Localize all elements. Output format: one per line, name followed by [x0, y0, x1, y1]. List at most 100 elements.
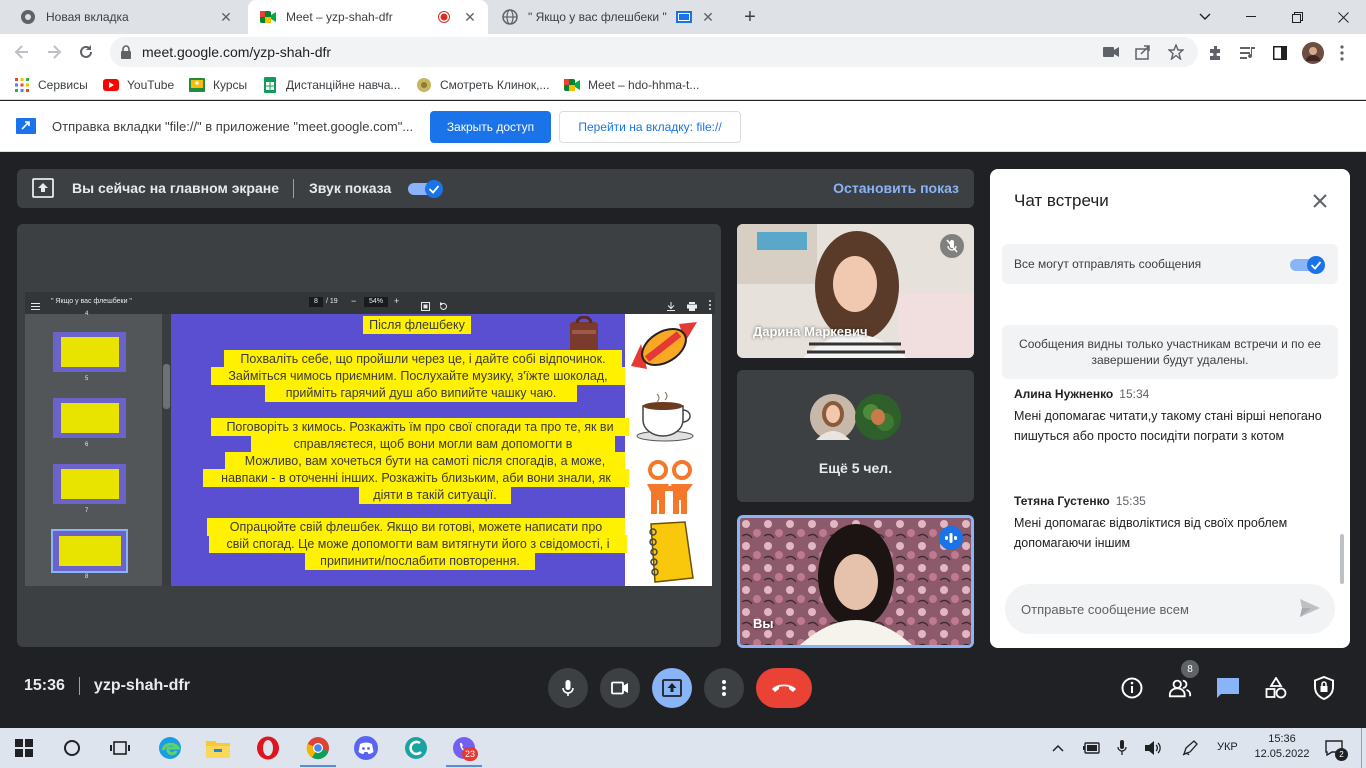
chat-message: Алина Нужненко 15:34 Мені допомагає читат… — [1014, 385, 1334, 446]
chat-icon[interactable] — [1216, 676, 1240, 700]
keyboard-language[interactable]: УКР — [1217, 741, 1238, 753]
search-icon[interactable] — [60, 736, 84, 760]
hang-up-icon — [772, 684, 796, 692]
thumb-page-number: 5 — [85, 376, 89, 382]
share-audio-toggle[interactable] — [408, 179, 444, 198]
globe-icon — [502, 9, 518, 25]
present-now-button[interactable] — [652, 668, 692, 708]
message-sender: Алина Нужненко — [1014, 387, 1114, 401]
stop-sharing-button[interactable]: Закрыть доступ — [430, 111, 551, 143]
back-button[interactable] — [10, 40, 34, 64]
side-panel-icon[interactable] — [1271, 44, 1289, 62]
minimize-button[interactable] — [1228, 0, 1274, 34]
send-icon[interactable] — [1299, 598, 1321, 623]
tab-meet[interactable]: Meet – yzp-shah-dfr ✕ — [248, 0, 488, 34]
permission-label: Все могут отправлять сообщения — [1014, 257, 1202, 271]
thumb-page-number: 4 — [85, 311, 89, 317]
bookmark-anime[interactable]: Смотреть Клинок,... — [416, 76, 549, 94]
host-controls-icon[interactable] — [1312, 676, 1336, 700]
more-vertical-icon — [722, 680, 726, 696]
speaking-indicator-icon — [939, 526, 963, 550]
site-favicon-icon — [416, 77, 432, 93]
zoom-out-icon: − — [351, 296, 357, 306]
bookmark-courses[interactable]: Курсы — [189, 76, 247, 94]
share-icon[interactable] — [1135, 44, 1151, 60]
reload-button[interactable] — [74, 40, 98, 64]
address-bar[interactable]: meet.google.com/yzp-shah-dfr — [110, 37, 1198, 67]
chrome-icon[interactable] — [306, 736, 330, 760]
coffee-cup-image — [633, 391, 701, 447]
close-icon[interactable]: ✕ — [462, 9, 478, 25]
divider — [78, 677, 80, 695]
windows-taskbar: 23 УКР 15:36 12.05.2022 2 — [0, 728, 1366, 768]
app-icon[interactable] — [404, 736, 428, 760]
show-desktop-button[interactable] — [1361, 728, 1362, 768]
more-participants-tile[interactable]: Ещё 5 чел. — [737, 370, 974, 502]
self-tile[interactable]: Вы — [737, 515, 974, 648]
media-control-icon[interactable] — [1239, 44, 1257, 62]
message-time: 15:34 — [1119, 387, 1150, 401]
leave-call-button[interactable] — [756, 668, 812, 708]
people-icon[interactable] — [1168, 676, 1192, 700]
slide-paragraph-1: Займіться чимось приємним. Послухайте му… — [211, 367, 625, 385]
camera-button[interactable] — [600, 668, 640, 708]
bookmark-distance-learning[interactable]: Дистанційне навча... — [262, 76, 400, 94]
tab-search-icon[interactable] — [1182, 0, 1228, 34]
mic-icon[interactable] — [1112, 738, 1132, 758]
slide-paragraph-3: Опрацюйте свій флешбек. Якщо ви готові, … — [207, 518, 625, 536]
bookmark-label: Сервисы — [38, 78, 88, 92]
extensions-icon[interactable] — [1207, 44, 1225, 62]
chevron-up-icon[interactable] — [1048, 738, 1068, 758]
screen-share-icon — [16, 118, 36, 139]
switch-tab-button[interactable]: Перейти на вкладку: file:// — [559, 111, 741, 143]
message-text: Мені допомагає відволіктися від своїх пр… — [1014, 516, 1288, 550]
slide-paragraph-3: припинити/послабити повторення. — [305, 552, 535, 570]
forward-button[interactable] — [42, 40, 66, 64]
more-options-button[interactable] — [704, 668, 744, 708]
meet-icon — [564, 77, 580, 93]
edge-icon[interactable] — [158, 736, 182, 760]
bookmark-apps[interactable]: Сервисы — [14, 76, 88, 94]
volume-icon[interactable] — [1144, 738, 1164, 758]
camera-icon[interactable] — [1103, 44, 1119, 60]
new-tab-button[interactable]: + — [738, 5, 762, 29]
meeting-details-icon[interactable] — [1120, 676, 1144, 700]
bookmark-youtube[interactable]: YouTube — [103, 76, 174, 94]
bookmark-meet[interactable]: Meet – hdo-hhma-t... — [564, 76, 699, 94]
windows-start-icon[interactable] — [12, 736, 36, 760]
opera-icon[interactable] — [256, 736, 280, 760]
file-explorer-icon[interactable] — [206, 736, 230, 760]
battery-icon[interactable] — [1082, 738, 1102, 758]
chat-input[interactable] — [1021, 599, 1281, 619]
message-text: Мені допомагає читати,у такому стані вір… — [1014, 409, 1322, 443]
close-window-button[interactable] — [1320, 0, 1366, 34]
star-icon[interactable] — [1168, 44, 1184, 60]
permission-toggle[interactable] — [1290, 255, 1326, 274]
zoom-in-icon: + — [394, 296, 400, 306]
people-count-badge: 8 — [1181, 660, 1199, 678]
close-icon[interactable] — [1308, 189, 1332, 213]
close-icon[interactable]: ✕ — [700, 9, 716, 25]
stop-presenting-button[interactable]: Остановить показ — [833, 180, 959, 196]
pen-icon[interactable] — [1180, 738, 1200, 758]
present-screen-icon — [662, 679, 682, 697]
microphone-button[interactable] — [548, 668, 588, 708]
tab-new-tab[interactable]: Новая вкладка ✕ — [8, 0, 244, 34]
participant-tile[interactable]: Дарина Маркевич — [737, 224, 974, 358]
discord-icon[interactable] — [354, 736, 378, 760]
pdf-page-number: 8 — [309, 297, 323, 307]
profile-avatar[interactable] — [1302, 42, 1324, 64]
taskbar-clock[interactable]: 15:36 12.05.2022 — [1252, 732, 1312, 762]
lock-icon[interactable] — [120, 45, 132, 64]
more-vertical-icon[interactable] — [1333, 44, 1351, 62]
restore-button[interactable] — [1274, 0, 1320, 34]
activities-icon[interactable] — [1264, 676, 1288, 700]
slide-paragraph-2: Поговоріть з кимось. Розкажіть їм про св… — [211, 418, 629, 436]
presenting-status: Вы сейчас на главном экране — [72, 180, 280, 196]
notification-count-badge: 2 — [1335, 748, 1348, 761]
meeting-info: 15:36 yzp-shah-dfr — [24, 677, 190, 695]
chat-scrollbar[interactable] — [1340, 534, 1344, 584]
close-icon[interactable]: ✕ — [218, 9, 234, 25]
task-view-icon[interactable] — [108, 736, 132, 760]
tab-pdf[interactable]: " Якщо у вас флешбеки " ✕ — [490, 0, 726, 34]
